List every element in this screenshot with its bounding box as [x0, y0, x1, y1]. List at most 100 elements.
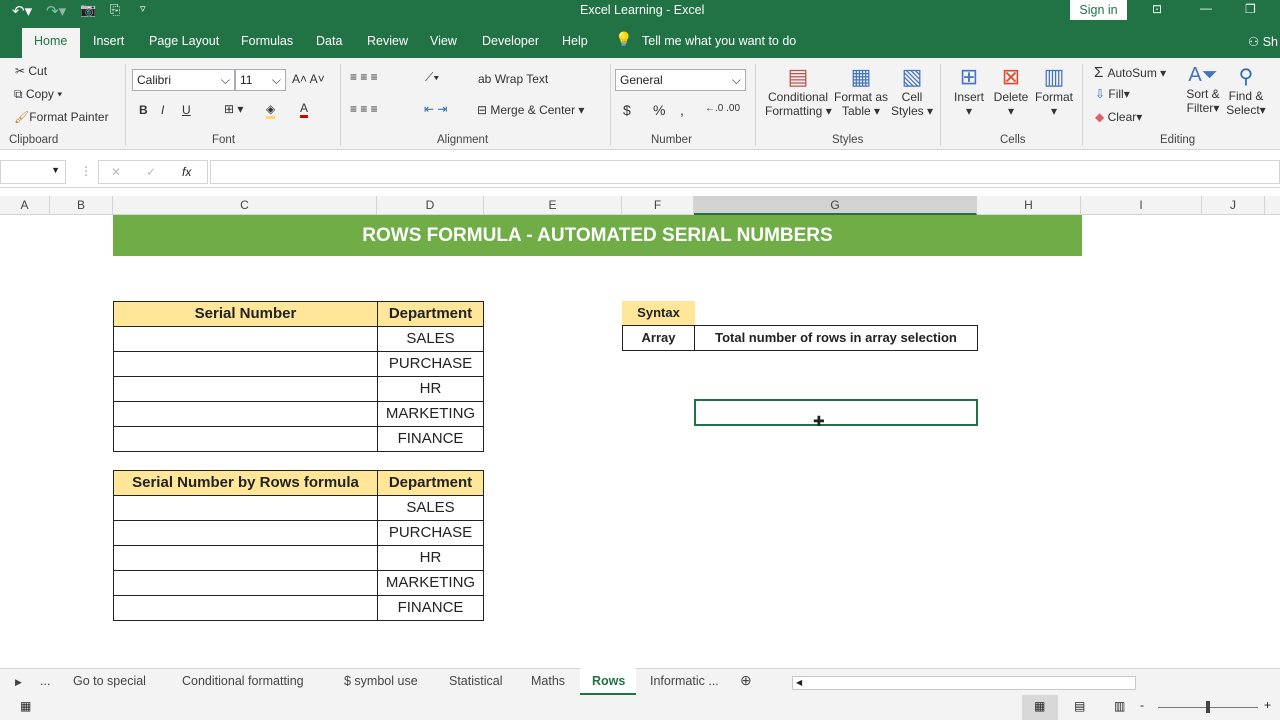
bold-button[interactable]: B: [139, 103, 148, 117]
tab-help[interactable]: Help: [562, 34, 588, 48]
percent-button[interactable]: %: [653, 102, 665, 118]
selected-cell[interactable]: [694, 399, 978, 426]
redo-icon[interactable]: ↷▾: [46, 2, 66, 20]
tab-review[interactable]: Review: [367, 34, 408, 48]
department-cell[interactable]: PURCHASE: [377, 520, 484, 546]
attach-icon[interactable]: ⎘: [110, 2, 120, 18]
font-size-select[interactable]: 11 ⌵: [235, 69, 286, 91]
serial-number-cell[interactable]: [113, 376, 378, 402]
column-header-f[interactable]: F: [622, 196, 694, 215]
format-as-table-button[interactable]: ▦ Format as Table ▾: [833, 64, 889, 118]
format-cells-button[interactable]: ▥ Format ▾: [1033, 64, 1075, 118]
column-header-h[interactable]: H: [977, 196, 1081, 215]
minimize-icon[interactable]: —: [1200, 1, 1212, 15]
autosum-button[interactable]: Σ AutoSum ▾: [1094, 64, 1166, 81]
conditional-formatting-button[interactable]: ▤ Conditional Formatting ▾: [765, 64, 832, 118]
column-header-d[interactable]: D: [377, 196, 484, 215]
find-select-button[interactable]: ⚲ Find & Select▾: [1225, 64, 1267, 117]
macro-record-icon[interactable]: ▦: [20, 699, 31, 713]
sheet-tab-maths[interactable]: Maths: [531, 674, 565, 688]
fill-button[interactable]: ⇩ Fill▾: [1095, 87, 1130, 101]
scroll-tabs-right-icon[interactable]: ▶: [15, 677, 22, 688]
format-painter-button[interactable]: 🖌Format Painter: [14, 110, 109, 124]
font-name-select[interactable]: Calibri ⌵: [132, 69, 235, 91]
sheet-tab-statistical[interactable]: Statistical: [449, 674, 503, 688]
serial-number-cell[interactable]: [113, 326, 378, 352]
wrap-text-button[interactable]: ab Wrap Text: [478, 72, 548, 86]
department-cell[interactable]: PURCHASE: [377, 351, 484, 377]
name-box[interactable]: ▼: [0, 160, 66, 184]
column-header-a[interactable]: A: [0, 196, 50, 215]
column-header-c[interactable]: C: [113, 196, 377, 215]
tab-developer[interactable]: Developer: [482, 34, 539, 48]
serial-number-cell[interactable]: [113, 570, 378, 596]
tab-view[interactable]: View: [430, 34, 457, 48]
serial-number-cell[interactable]: [113, 426, 378, 452]
delete-cells-button[interactable]: ⊠ Delete ▾: [991, 64, 1031, 118]
restore-icon[interactable]: ❐: [1245, 2, 1256, 16]
serial-number-cell[interactable]: [113, 520, 378, 546]
camera-icon[interactable]: 📷: [80, 2, 96, 18]
formula-input[interactable]: [210, 160, 1280, 184]
italic-button[interactable]: I: [161, 103, 164, 117]
serial-number-cell[interactable]: [113, 351, 378, 377]
undo-icon[interactable]: ↶▾: [12, 2, 32, 20]
column-header-e[interactable]: E: [484, 196, 622, 215]
indent-icon[interactable]: ⇤ ⇥: [424, 102, 447, 116]
sheet-tab-more[interactable]: ...: [40, 674, 50, 688]
borders-icon[interactable]: ⊞ ▾: [224, 102, 243, 116]
fill-color-icon[interactable]: ◈: [266, 102, 276, 119]
insert-function-button[interactable]: fx: [182, 165, 191, 179]
scroll-left-icon[interactable]: ◀: [796, 678, 802, 687]
number-format-select[interactable]: General ⌵: [615, 69, 746, 91]
department-cell[interactable]: HR: [377, 545, 484, 571]
sheet-tab-go-to-special[interactable]: Go to special: [73, 674, 146, 688]
department-cell[interactable]: HR: [377, 376, 484, 402]
sheet-tab-informatic[interactable]: Informatic ...: [650, 674, 719, 688]
merge-center-button[interactable]: ⊟ Merge & Center ▾: [477, 103, 584, 117]
comma-button[interactable]: ,: [680, 102, 684, 118]
insert-cells-button[interactable]: ⊞ Insert ▾: [950, 64, 988, 118]
tab-page-layout[interactable]: Page Layout: [149, 34, 219, 48]
align-top-icon[interactable]: ≡ ≡ ≡: [350, 70, 378, 84]
enter-icon[interactable]: ✓: [146, 165, 156, 179]
department-cell[interactable]: MARKETING: [377, 401, 484, 427]
department-cell[interactable]: FINANCE: [377, 426, 484, 452]
column-header-j[interactable]: J: [1202, 196, 1265, 215]
orientation-icon[interactable]: ⟋▾: [425, 70, 439, 85]
add-sheet-icon[interactable]: ⊕: [740, 672, 752, 689]
cell-styles-button[interactable]: ▧ Cell Styles ▾: [890, 64, 934, 118]
underline-button[interactable]: U: [182, 103, 191, 117]
currency-button[interactable]: $: [623, 102, 631, 118]
tab-insert[interactable]: Insert: [93, 34, 124, 48]
worksheet-grid[interactable]: ROWS FORMULA - AUTOMATED SERIAL NUMBERS …: [0, 215, 1280, 668]
increase-font-icon[interactable]: A˄ A˅: [292, 72, 325, 86]
column-header-b[interactable]: B: [50, 196, 113, 215]
serial-number-cell[interactable]: [113, 595, 378, 621]
clear-button[interactable]: ◆ Clear▾: [1095, 110, 1142, 124]
department-cell[interactable]: MARKETING: [377, 570, 484, 596]
department-cell[interactable]: SALES: [377, 495, 484, 521]
sheet-tab-conditional-formatting[interactable]: Conditional formatting: [182, 674, 304, 688]
horizontal-scrollbar[interactable]: ◀: [792, 676, 1136, 690]
tab-data[interactable]: Data: [316, 34, 342, 48]
decimal-icon[interactable]: ←.0 .00: [705, 103, 740, 114]
align-left-icon[interactable]: ≡ ≡ ≡: [350, 102, 378, 116]
font-color-icon[interactable]: A: [300, 101, 309, 118]
copy-button[interactable]: ⧉ Copy ▾: [14, 87, 62, 102]
serial-number-cell[interactable]: [113, 545, 378, 571]
column-header-i[interactable]: I: [1081, 196, 1202, 215]
tab-home[interactable]: Home: [34, 34, 67, 48]
serial-number-cell[interactable]: [113, 401, 378, 427]
department-cell[interactable]: SALES: [377, 326, 484, 352]
column-header-g[interactable]: G: [694, 196, 977, 215]
share-button[interactable]: ⚇ Sh: [1248, 34, 1278, 49]
page-layout-view-icon[interactable]: ▤: [1074, 699, 1085, 713]
tab-formulas[interactable]: Formulas: [241, 34, 293, 48]
serial-number-cell[interactable]: [113, 495, 378, 521]
sheet-tab-rows[interactable]: Rows: [592, 674, 625, 688]
ribbon-display-icon[interactable]: ⊡: [1152, 2, 1162, 16]
cancel-icon[interactable]: ✕: [111, 165, 121, 179]
department-cell[interactable]: FINANCE: [377, 595, 484, 621]
customize-qat-icon[interactable]: ▿: [140, 2, 146, 15]
